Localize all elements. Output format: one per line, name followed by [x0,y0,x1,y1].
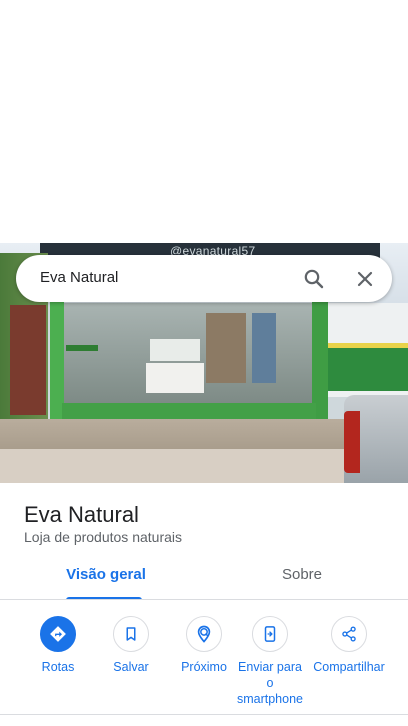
search-input[interactable]: Eva Natural [40,269,118,286]
save-button[interactable]: Salvar [94,616,168,675]
photo-shelf [146,363,204,393]
map-area-blank [0,0,408,243]
photo-shelf [252,313,276,383]
share-label: Compartilhar [313,660,385,674]
tab-about[interactable]: Sobre [236,566,368,600]
tabs-divider [0,599,408,600]
photo-pillar [312,301,328,419]
directions-button[interactable]: Rotas [21,616,95,675]
photo-pillar [50,301,64,419]
save-label: Salvar [113,660,149,674]
nearby-icon [186,616,222,652]
tab-overview-label: Visão geral [66,566,146,583]
bottom-divider [0,714,408,715]
photo-shelf [150,339,200,361]
send-to-phone-icon [252,616,288,652]
photo-banner [66,345,98,351]
close-icon[interactable] [353,267,377,291]
photo-door [10,305,46,415]
photo-wall-right-green [328,343,408,391]
tab-overview[interactable]: Visão geral [40,566,172,600]
photo-shelf [206,313,246,383]
nearby-button[interactable]: Próximo [167,616,241,675]
directions-icon [40,616,76,652]
bookmark-icon [113,616,149,652]
share-button[interactable]: Compartilhar [313,616,385,675]
share-icon [331,616,367,652]
tab-about-label: Sobre [281,566,323,583]
send-to-phone-button[interactable]: Enviar para o smartphone [233,616,307,707]
send-to-phone-label: Enviar para o smartphone [236,660,303,706]
place-title: Eva Natural [24,502,139,527]
photo-wall-right-stripe [328,343,408,348]
search-bar[interactable]: Eva Natural [16,255,392,302]
search-icon[interactable] [302,267,326,291]
directions-label: Rotas [41,660,75,674]
place-category: Loja de produtos naturais [24,529,182,545]
photo-truck-light [344,411,360,473]
nearby-label: Próximo [181,660,227,674]
